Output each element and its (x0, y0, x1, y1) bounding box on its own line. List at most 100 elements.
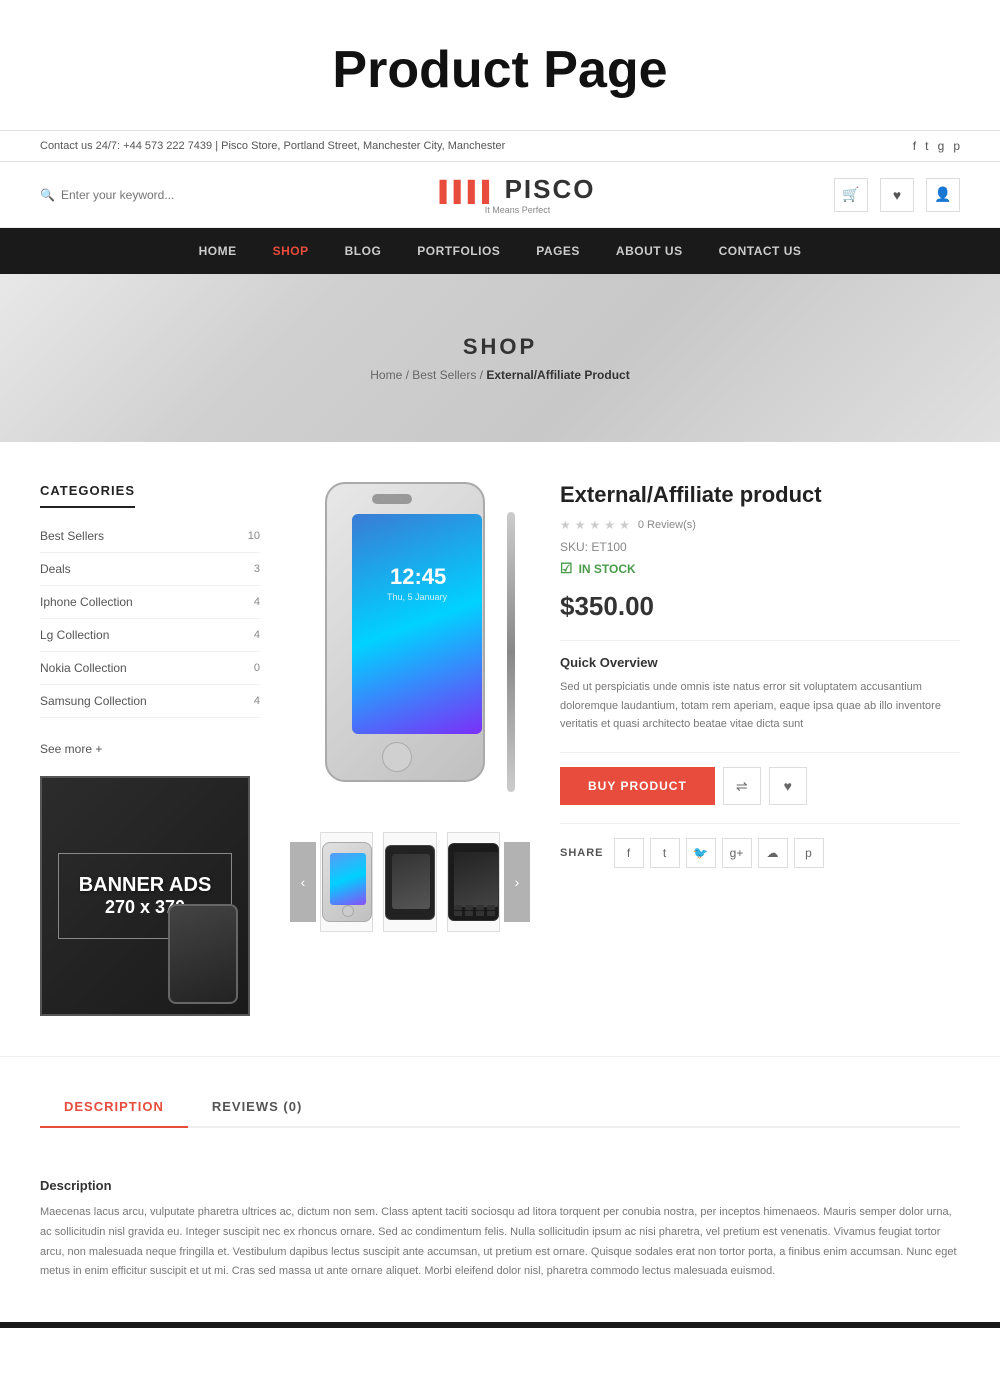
category-count: 0 (254, 662, 260, 674)
product-main-image: 12:45 Thu, 5 January (290, 482, 540, 822)
nav-contact-us[interactable]: CONTACT US (701, 228, 820, 274)
product-divider (560, 640, 960, 641)
phone-screen: 12:45 Thu, 5 January (352, 514, 482, 734)
share-facebook-button[interactable]: f (614, 838, 644, 868)
banner-ad-text: BANNER ADS (79, 874, 212, 897)
product-divider-2 (560, 752, 960, 753)
review-count: 0 Review(s) (638, 519, 696, 531)
phone-home-button (382, 742, 412, 772)
thumb-prev-button[interactable]: ‹ (290, 842, 316, 922)
twitter-icon[interactable]: t (925, 139, 928, 153)
pinterest-icon[interactable]: p (953, 139, 960, 153)
logo-bars-icon: ▌▌▌▌ (439, 181, 496, 203)
sku-label: SKU: (560, 540, 588, 554)
share-reddit-button[interactable]: ☁ (758, 838, 788, 868)
hero-title: SHOP (40, 334, 960, 360)
thumbnails-row: ‹ (290, 832, 530, 932)
share-twitter-button[interactable]: 🐦 (686, 838, 716, 868)
wishlist-button[interactable]: ♥ (880, 178, 914, 212)
phone-stylus (507, 512, 515, 792)
banner-phone-decoration (168, 904, 238, 1004)
hero-banner: SHOP Home / Best Sellers / External/Affi… (0, 274, 1000, 442)
product-sku: SKU: ET100 (560, 540, 960, 554)
product-title: External/Affiliate product (560, 482, 960, 508)
nav-portfolios[interactable]: PORTFOLIOS (399, 228, 518, 274)
product-image-column: 12:45 Thu, 5 January ‹ (290, 482, 530, 932)
tabs-section: DESCRIPTION REVIEWS (0) (0, 1056, 1000, 1158)
phone-camera (372, 494, 412, 504)
phone-date: Thu, 5 January (387, 592, 447, 602)
account-button[interactable]: 👤 (926, 178, 960, 212)
category-item[interactable]: Best Sellers 10 (40, 520, 260, 553)
thumb-next-button[interactable]: › (504, 842, 530, 922)
share-tumblr-button[interactable]: t (650, 838, 680, 868)
logo: ▌▌▌▌ PISCO It Means Perfect (439, 174, 595, 215)
search-area[interactable]: 🔍 (40, 188, 201, 202)
phone-display: 12:45 Thu, 5 January (315, 482, 515, 822)
product-rating: ★ ★ ★ ★ ★ 0 Review(s) (560, 518, 960, 532)
category-name: Lg Collection (40, 628, 109, 642)
category-count: 10 (248, 530, 260, 542)
facebook-icon[interactable]: f (913, 139, 916, 153)
breadcrumb-sep1: / (406, 368, 409, 382)
cart-button[interactable]: 🛒 (834, 178, 868, 212)
description-heading: Description (40, 1178, 960, 1193)
product-section: 12:45 Thu, 5 January ‹ (290, 482, 960, 1016)
footer-bar (0, 1322, 1000, 1328)
category-item[interactable]: Iphone Collection 4 (40, 586, 260, 619)
wishlist-add-button[interactable]: ♥ (769, 767, 807, 805)
nav-shop[interactable]: SHOP (255, 228, 327, 274)
nav-home[interactable]: HOME (181, 228, 255, 274)
thumbnail-1[interactable] (320, 832, 373, 932)
product-actions: BUY PRODUCT ⇌ ♥ (560, 767, 960, 805)
topbar-separator: | (215, 140, 218, 152)
see-more-link[interactable]: See more + (40, 742, 260, 756)
sidebar: CATEGORIES Best Sellers 10 Deals 3 Iphon… (40, 482, 260, 1016)
star-3: ★ (590, 518, 601, 532)
stock-label: IN STOCK (579, 562, 636, 576)
product-stock: ☑ IN STOCK (560, 560, 960, 577)
top-bar: Contact us 24/7: +44 573 222 7439 | Pisc… (0, 130, 1000, 162)
phone-time: 12:45 (390, 564, 446, 590)
share-row: SHARE f t 🐦 g+ ☁ p (560, 838, 960, 868)
category-name: Deals (40, 562, 71, 576)
product-info: External/Affiliate product ★ ★ ★ ★ ★ 0 R… (560, 482, 960, 932)
category-count: 4 (254, 695, 260, 707)
banner-ad: BANNER ADS 270 x 370 (40, 776, 250, 1016)
category-name: Best Sellers (40, 529, 104, 543)
compare-button[interactable]: ⇌ (723, 767, 761, 805)
nav-about-us[interactable]: ABOUT US (598, 228, 701, 274)
search-input[interactable] (61, 188, 201, 202)
category-item[interactable]: Deals 3 (40, 553, 260, 586)
share-pinterest-button[interactable]: p (794, 838, 824, 868)
topbar-address: Pisco Store, Portland Street, Manchester… (221, 140, 505, 152)
categories-title: CATEGORIES (40, 483, 135, 508)
thumbnail-3[interactable] (447, 832, 500, 932)
phone-body: 12:45 Thu, 5 January (325, 482, 485, 782)
buy-product-button[interactable]: BUY PRODUCT (560, 767, 715, 805)
breadcrumb-category[interactable]: Best Sellers (412, 368, 476, 382)
category-count: 3 (254, 563, 260, 575)
product-price: $350.00 (560, 591, 960, 622)
main-content: CATEGORIES Best Sellers 10 Deals 3 Iphon… (0, 442, 1000, 1056)
category-name: Iphone Collection (40, 595, 133, 609)
nav-pages[interactable]: PAGES (518, 228, 598, 274)
nav-blog[interactable]: BLOG (327, 228, 400, 274)
category-item[interactable]: Nokia Collection 0 (40, 652, 260, 685)
tab-reviews[interactable]: REVIEWS (0) (188, 1087, 326, 1126)
share-label: SHARE (560, 847, 604, 859)
mini-phone-2 (385, 845, 435, 920)
contact-text: Contact us 24/7: +44 573 222 7439 (40, 140, 212, 152)
googleplus-icon[interactable]: g (938, 139, 945, 153)
share-googleplus-button[interactable]: g+ (722, 838, 752, 868)
sku-value: ET100 (591, 540, 626, 554)
thumbnail-2[interactable] (383, 832, 436, 932)
category-list: Best Sellers 10 Deals 3 Iphone Collectio… (40, 520, 260, 718)
category-item[interactable]: Samsung Collection 4 (40, 685, 260, 718)
category-item[interactable]: Lg Collection 4 (40, 619, 260, 652)
quick-overview-title: Quick Overview (560, 655, 960, 670)
tab-description[interactable]: DESCRIPTION (40, 1087, 188, 1128)
header-action-icons: 🛒 ♥ 👤 (834, 178, 960, 212)
breadcrumb-home[interactable]: Home (370, 368, 402, 382)
main-nav: HOME SHOP BLOG PORTFOLIOS PAGES ABOUT US… (0, 228, 1000, 274)
